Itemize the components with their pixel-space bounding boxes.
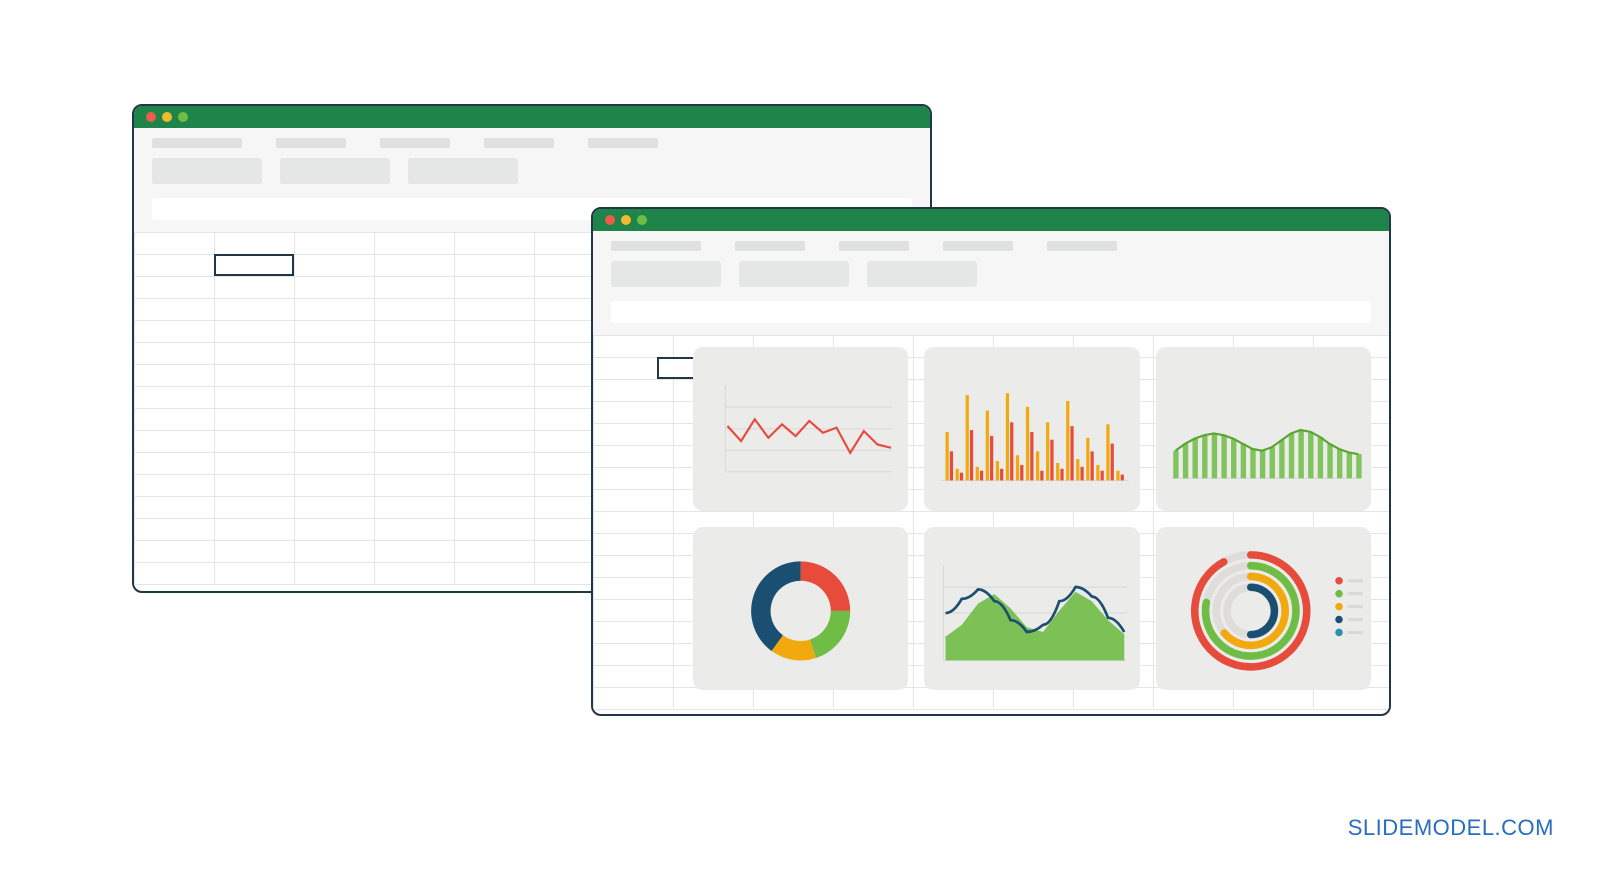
radial-chart-icon (1156, 527, 1371, 691)
minimize-icon[interactable] (621, 215, 631, 225)
bar-chart-icon (924, 347, 1139, 511)
combo-chart-icon (924, 527, 1139, 691)
chart-combo (924, 527, 1139, 691)
ribbon-tab[interactable] (611, 241, 701, 251)
watermark: SLIDEMODEL.COM (1348, 815, 1554, 841)
close-icon[interactable] (146, 112, 156, 122)
chart-donut (693, 527, 908, 691)
ribbon-tab[interactable] (839, 241, 909, 251)
chart-cards (693, 347, 1371, 690)
ribbon-group[interactable] (867, 261, 977, 287)
ribbon-tab[interactable] (380, 138, 450, 148)
ribbon-group[interactable] (408, 158, 518, 184)
ribbon-group[interactable] (611, 261, 721, 287)
maximize-icon[interactable] (637, 215, 647, 225)
close-icon[interactable] (605, 215, 615, 225)
ribbon-group[interactable] (280, 158, 390, 184)
ribbon-tab[interactable] (735, 241, 805, 251)
spreadsheet-grid-front[interactable] (593, 335, 1389, 708)
titlebar-front (593, 209, 1389, 231)
titlebar-back (134, 106, 930, 128)
selected-cell[interactable] (214, 254, 294, 276)
minimize-icon[interactable] (162, 112, 172, 122)
area-chart-icon (1156, 347, 1371, 511)
chart-radial (1156, 527, 1371, 691)
ribbon-group[interactable] (739, 261, 849, 287)
chart-bar (924, 347, 1139, 511)
chart-line (693, 347, 908, 511)
chart-area (1156, 347, 1371, 511)
ribbon-tab[interactable] (152, 138, 242, 148)
ribbon-front (593, 231, 1389, 335)
ribbon-tab[interactable] (1047, 241, 1117, 251)
spreadsheet-window-front (591, 207, 1391, 716)
line-chart-icon (693, 347, 908, 511)
ribbon-group[interactable] (152, 158, 262, 184)
donut-chart-icon (693, 527, 908, 691)
maximize-icon[interactable] (178, 112, 188, 122)
ribbon-tab[interactable] (484, 138, 554, 148)
formula-bar[interactable] (611, 301, 1371, 323)
ribbon-tab[interactable] (943, 241, 1013, 251)
ribbon-tab[interactable] (588, 138, 658, 148)
ribbon-tab[interactable] (276, 138, 346, 148)
